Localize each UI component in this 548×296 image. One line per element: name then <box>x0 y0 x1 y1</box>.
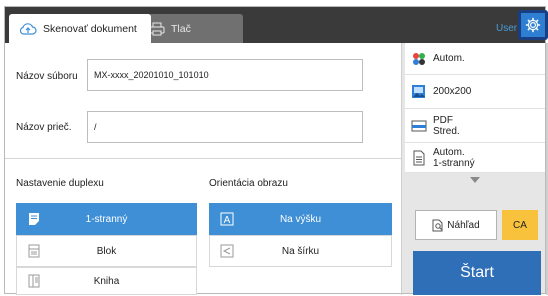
duplex-option-label: Kniha <box>93 275 120 287</box>
top-bar: Tlač Skenovať dokument User <box>5 7 548 43</box>
orientation-option-portrait[interactable]: A Na výšku <box>209 203 392 235</box>
duplex-summary-line1: Autom. <box>433 146 465 158</box>
duplex-option-label: Blok <box>96 245 117 257</box>
file-name-label: Názov súboru <box>16 71 78 82</box>
start-label: Štart <box>460 264 494 281</box>
printer-icon <box>149 22 165 36</box>
gear-icon <box>525 17 541 33</box>
preview-button[interactable]: Náhľad <box>415 210 497 240</box>
orientation-option-landscape[interactable]: Na šírku <box>209 235 392 267</box>
clear-all-label: CA <box>513 219 527 231</box>
duplex-option-1-sided[interactable]: 1-stranný <box>16 203 197 235</box>
panel-divider <box>401 43 402 295</box>
preview-label: Náhľad <box>447 219 480 231</box>
file-format-line1: PDF <box>433 114 453 126</box>
duplex-title: Nastavenie duplexu <box>16 178 104 189</box>
color-mode-item[interactable]: Autom. <box>405 43 545 75</box>
duplex-summary-item[interactable]: Autom. 1-stranný <box>405 143 545 173</box>
folder-name-input[interactable]: / <box>87 111 363 143</box>
settings-button[interactable] <box>518 10 548 40</box>
resolution-value: 200x200 <box>433 86 472 97</box>
tab-scan-document[interactable]: Skenovať dokument <box>9 14 151 43</box>
tab-scan-label: Skenovať dokument <box>43 22 137 35</box>
tab-print-label: Tlač <box>171 22 191 35</box>
file-format-item[interactable]: PDF Stred. <box>405 109 545 143</box>
color-mode-value: Autom. <box>433 53 465 64</box>
resolution-item[interactable]: 200x200 <box>405 75 545 109</box>
user-label[interactable]: User <box>496 23 517 34</box>
duplex-summary-value: Autom. 1-stranný <box>433 147 475 169</box>
orientation-title: Orientácia obrazu <box>209 178 288 189</box>
orientation-option-label: Na výšku <box>279 213 322 225</box>
start-button[interactable]: Štart <box>413 251 541 295</box>
preview-icon <box>432 219 444 232</box>
document-icon <box>411 150 427 166</box>
file-format-value: PDF Stred. <box>433 115 460 137</box>
duplex-option-book[interactable]: Kniha <box>16 267 197 295</box>
folder-name-value: / <box>94 122 97 132</box>
duplex-option-label: 1-stranný <box>85 213 128 225</box>
orientation-option-label: Na šírku <box>281 245 320 257</box>
file-name-input[interactable]: MX-xxxx_20201010_101010 <box>87 59 363 91</box>
cloud-upload-icon <box>19 22 37 36</box>
duplex-option-tablet[interactable]: Blok <box>16 235 197 267</box>
app-window: Tlač Skenovať dokument User Názov súboru… <box>4 6 548 295</box>
resolution-icon <box>411 84 427 100</box>
scroll-down-arrow[interactable] <box>469 175 481 185</box>
file-name-value: MX-xxxx_20201010_101010 <box>94 70 209 80</box>
color-mode-icon <box>411 51 427 67</box>
file-format-icon <box>411 118 427 134</box>
divider <box>5 158 401 159</box>
folder-name-label: Názov prieč. <box>16 122 72 133</box>
clear-all-button[interactable]: CA <box>502 210 538 240</box>
duplex-summary-line2: 1-stranný <box>433 157 475 169</box>
file-format-line2: Stred. <box>433 125 460 137</box>
